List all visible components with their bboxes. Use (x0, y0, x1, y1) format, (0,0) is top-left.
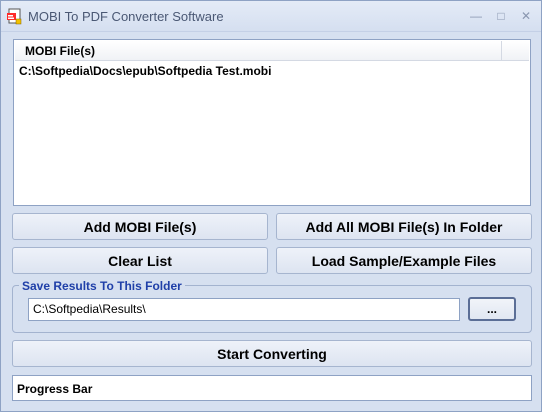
window-title: MOBI To PDF Converter Software (28, 9, 224, 24)
minimize-button[interactable]: — (466, 7, 486, 25)
file-list[interactable]: MOBI File(s) C:\Softpedia\Docs\epub\Soft… (13, 39, 531, 206)
title-bar[interactable]: MOBI To PDF Converter Software — □ ✕ (1, 1, 541, 32)
start-converting-button[interactable]: Start Converting (12, 340, 532, 367)
load-sample-button[interactable]: Load Sample/Example Files (276, 247, 532, 274)
minimize-icon: — (470, 9, 482, 23)
list-header: MOBI File(s) (15, 41, 529, 61)
output-folder-input[interactable]: C:\Softpedia\Results\ (28, 298, 460, 321)
clear-list-button[interactable]: Clear List (12, 247, 268, 274)
progress-label: Progress Bar (17, 382, 93, 396)
add-folder-button[interactable]: Add All MOBI File(s) In Folder (276, 213, 532, 240)
maximize-icon: □ (497, 9, 505, 23)
maximize-button[interactable]: □ (491, 7, 511, 25)
list-item[interactable]: C:\Softpedia\Docs\epub\Softpedia Test.mo… (19, 64, 271, 78)
close-button[interactable]: ✕ (516, 7, 536, 25)
output-folder-label: Save Results To This Folder (19, 279, 185, 293)
browse-button[interactable]: ... (468, 297, 516, 321)
pdf-file-icon (7, 8, 22, 25)
progress-bar: Progress Bar (12, 375, 532, 401)
column-header-mobi-files[interactable]: MOBI File(s) (15, 41, 502, 60)
add-files-button[interactable]: Add MOBI File(s) (12, 213, 268, 240)
column-header-label: MOBI File(s) (25, 44, 96, 58)
close-icon: ✕ (520, 9, 532, 23)
app-window: MOBI To PDF Converter Software — □ ✕ MOB… (0, 0, 542, 412)
